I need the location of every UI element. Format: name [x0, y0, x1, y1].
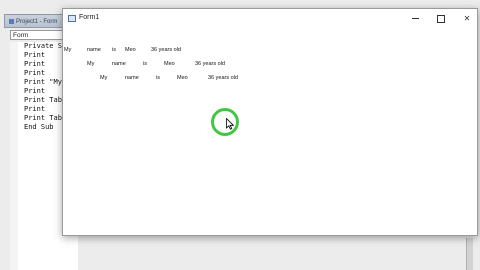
- maximize-icon: [437, 14, 445, 23]
- output-word: Meo: [125, 47, 136, 53]
- output-word: 36 years old: [208, 75, 238, 81]
- close-button[interactable]: ✕: [455, 9, 479, 29]
- maximize-button[interactable]: [429, 9, 453, 29]
- output-word: 36 years old: [195, 61, 225, 67]
- form-window-icon: [68, 15, 76, 22]
- code-line[interactable]: End Sub: [24, 123, 54, 131]
- output-word: My: [64, 47, 72, 53]
- mouse-cursor-icon: [226, 118, 234, 130]
- code-line[interactable]: Print: [24, 51, 45, 59]
- project-window-titlebar[interactable]: Project1 - Form: [4, 14, 66, 28]
- code-line[interactable]: Print: [24, 69, 45, 77]
- output-word: Meo: [164, 61, 175, 67]
- output-word: 36 years old: [151, 47, 181, 53]
- code-line[interactable]: Print Tab: [24, 96, 62, 104]
- code-line[interactable]: Print "My: [24, 78, 62, 86]
- output-word: My: [100, 75, 108, 81]
- form-titlebar[interactable]: Form1 ✕: [63, 9, 477, 29]
- output-word: is: [112, 47, 116, 53]
- project-icon: [9, 18, 14, 24]
- click-highlight-ring: [211, 108, 239, 136]
- ide-scrollbar[interactable]: [466, 238, 473, 270]
- code-line[interactable]: Print: [24, 87, 45, 95]
- form-client-area[interactable]: My name is Meo 36 years old My name is M…: [63, 29, 477, 235]
- output-word: name: [112, 61, 126, 67]
- code-line[interactable]: Print: [24, 60, 45, 68]
- output-word: name: [87, 47, 101, 53]
- form-title: Form1: [79, 14, 100, 21]
- minimize-button[interactable]: [403, 9, 427, 29]
- close-icon: ✕: [463, 14, 471, 23]
- object-dropdown[interactable]: Form: [10, 30, 64, 40]
- code-line[interactable]: Private S: [24, 42, 62, 50]
- minimize-icon: [411, 18, 419, 20]
- code-line[interactable]: Print Tab: [24, 114, 62, 122]
- code-line[interactable]: Print: [24, 105, 45, 113]
- form1-window: Form1 ✕ My name is Meo 36 years old My n…: [62, 8, 478, 236]
- output-word: name: [125, 75, 139, 81]
- output-word: Meo: [177, 75, 188, 81]
- project-window-title: Project1 - Form: [16, 19, 58, 25]
- output-word: My: [87, 61, 95, 67]
- output-word: is: [143, 61, 147, 67]
- output-word: is: [156, 75, 160, 81]
